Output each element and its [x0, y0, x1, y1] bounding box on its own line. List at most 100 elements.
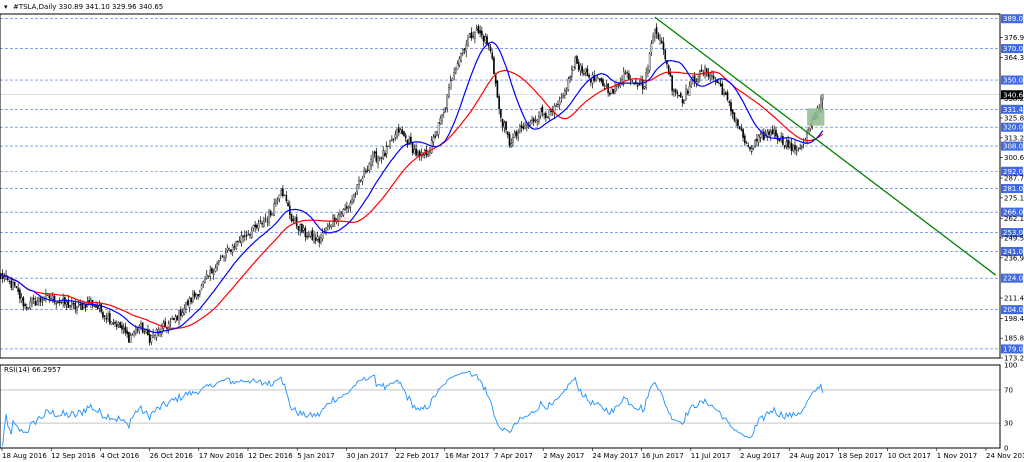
- candle-body: [358, 180, 360, 185]
- candle-body: [342, 209, 345, 216]
- candle-body: [247, 234, 250, 236]
- candle-body: [498, 96, 500, 110]
- level-tag-label: 224.00: [1003, 275, 1024, 283]
- candle-body: [562, 95, 564, 97]
- candle-body: [351, 199, 353, 203]
- candle-body: [128, 331, 130, 343]
- candle-body: [83, 303, 85, 308]
- candle-body: [776, 135, 779, 141]
- candle-body: [719, 83, 722, 87]
- candle-body: [124, 326, 127, 333]
- candle-body: [659, 38, 661, 41]
- candle-body: [41, 301, 44, 303]
- candle-body: [313, 235, 315, 243]
- candle: [667, 64, 670, 75]
- x-tick-label: 11 Jul 2017: [691, 452, 731, 460]
- candle-body: [254, 224, 256, 228]
- candle: [128, 331, 130, 343]
- candle: [648, 52, 651, 73]
- x-tick-label: 30 Jan 2017: [346, 452, 388, 460]
- x-tick-label: 18 Aug 2016: [2, 452, 47, 460]
- candle-body: [475, 28, 478, 31]
- candle-body: [366, 169, 369, 171]
- candle-body: [347, 206, 350, 209]
- candle-body: [489, 47, 492, 52]
- candle-body: [522, 126, 525, 129]
- candle-body: [636, 85, 639, 87]
- candle-body: [297, 226, 300, 231]
- candle-body: [228, 247, 231, 251]
- candle-body: [688, 85, 691, 96]
- candle-body: [622, 71, 625, 82]
- price-tick-label: 236.95: [1004, 254, 1024, 262]
- candle-body: [162, 322, 165, 329]
- candle-body: [519, 125, 521, 132]
- candle-body: [19, 289, 21, 299]
- chart-header-text: #TSLA,Daily 330.89 341.10 329.96 340.65: [13, 3, 163, 11]
- candle-body: [110, 321, 113, 325]
- candle-body: [676, 92, 679, 94]
- candle-body: [264, 218, 267, 220]
- candle-body: [757, 135, 760, 143]
- candle-body: [399, 129, 402, 134]
- x-tick-label: 12 Dec 2016: [248, 452, 293, 460]
- candle-body: [664, 49, 667, 60]
- candle-body: [36, 301, 39, 305]
- x-tick-label: 24 Aug 2017: [789, 452, 834, 460]
- x-tick-label: 24 May 2017: [592, 452, 638, 460]
- candle-body: [455, 68, 457, 73]
- candle-body: [51, 295, 54, 300]
- candle-body: [93, 305, 96, 307]
- candle-body: [211, 268, 213, 274]
- candle-body: [612, 89, 615, 94]
- candle-body: [679, 93, 682, 98]
- candle-body: [48, 295, 51, 299]
- candle-body: [707, 73, 710, 77]
- x-tick-label: 26 Oct 2016: [150, 452, 194, 460]
- candle-body: [335, 219, 338, 221]
- candle-body: [186, 300, 189, 306]
- candle-body: [283, 194, 286, 196]
- candle-body: [417, 152, 419, 156]
- candle-body: [718, 82, 720, 84]
- candle-body: [269, 211, 272, 216]
- candle-body: [468, 33, 471, 38]
- candle-body: [788, 142, 791, 148]
- candle-body: [378, 156, 381, 159]
- candle-body: [520, 125, 523, 128]
- candle-body: [449, 80, 452, 90]
- candle-body: [446, 94, 449, 110]
- candle-body: [143, 331, 146, 333]
- candle-body: [6, 277, 9, 280]
- candle-body: [448, 87, 450, 97]
- candle-body: [77, 303, 80, 306]
- price-tick-label: 287.70: [1004, 175, 1024, 183]
- candle-body: [745, 142, 748, 144]
- candle-body: [742, 129, 744, 138]
- candle-body: [263, 220, 265, 227]
- candle-body: [43, 299, 45, 301]
- candle-body: [136, 329, 139, 331]
- candle-body: [197, 294, 199, 297]
- candle-body: [531, 119, 533, 121]
- candle-body: [730, 102, 732, 112]
- highlight-zone[interactable]: [807, 108, 825, 126]
- candle-body: [461, 49, 464, 54]
- candle-body: [453, 72, 455, 77]
- tsla-daily-chart[interactable]: 389.00370.00350.00331.40320.00308.00292.…: [0, 0, 1024, 462]
- x-tick-label: 7 Apr 2017: [494, 452, 533, 460]
- candle-body: [250, 230, 253, 238]
- candle: [612, 88, 615, 95]
- candle-body: [287, 202, 289, 207]
- candle-body: [790, 142, 793, 151]
- candle-body: [133, 331, 135, 334]
- candle-body: [117, 322, 120, 325]
- candle-body: [157, 329, 160, 333]
- candle-body: [596, 77, 599, 79]
- candle-body: [249, 234, 251, 236]
- candle: [100, 302, 103, 314]
- candle-body: [572, 66, 575, 71]
- candle-body: [797, 147, 800, 150]
- candle-body: [235, 240, 237, 249]
- chart-dropdown-icon[interactable]: ▾: [4, 3, 8, 11]
